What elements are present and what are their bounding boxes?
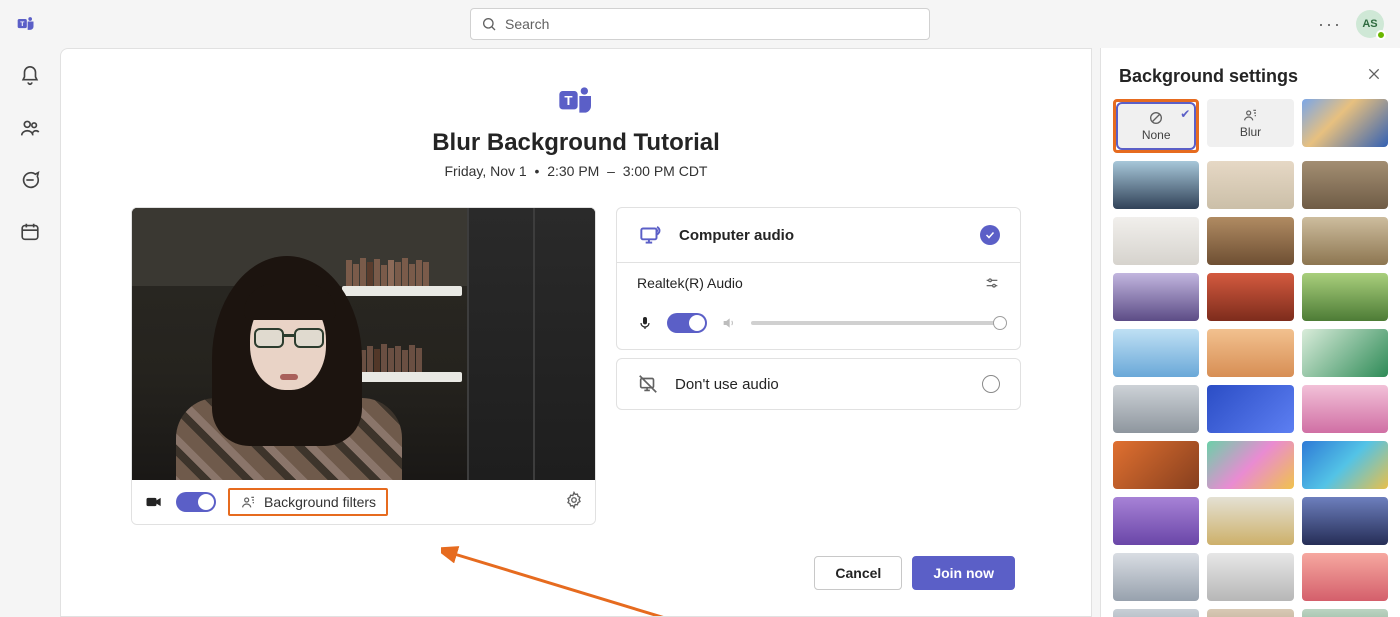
annotation-arrow [441, 543, 741, 617]
speaker-icon [721, 315, 737, 331]
bg-option-pink-pillars[interactable] [1302, 385, 1388, 433]
bg-option-pink-clouds[interactable] [1302, 553, 1388, 601]
bg-option-blur[interactable]: Blur [1207, 99, 1293, 147]
prejoin-panel: T Blur Background Tutorial Friday, Nov 1… [60, 48, 1092, 617]
option-unselected-icon [982, 375, 1000, 393]
none-icon [1148, 110, 1164, 126]
bg-none-label: None [1142, 128, 1171, 142]
bg-blur-label: Blur [1240, 125, 1261, 139]
bg-option-mountain-fog[interactable] [1207, 553, 1293, 601]
close-icon [1366, 66, 1382, 82]
meeting-time: Friday, Nov 1 • 2:30 PM – 3:00 PM CDT [445, 163, 708, 179]
speaker-volume-slider[interactable] [751, 321, 1000, 325]
bg-option-desert[interactable] [1207, 329, 1293, 377]
bell-icon [19, 65, 41, 87]
panel-close-button[interactable] [1366, 66, 1382, 87]
chat-icon [19, 169, 41, 191]
search-placeholder: Search [505, 16, 549, 32]
user-avatar[interactable]: AS [1356, 10, 1384, 38]
bg-option-blue-sky[interactable] [1113, 329, 1199, 377]
settings-sliders-icon [984, 275, 1000, 291]
bg-option-room-tan[interactable] [1207, 161, 1293, 209]
bg-option-mountain-night[interactable] [1302, 497, 1388, 545]
computer-audio-label: Computer audio [679, 227, 964, 244]
video-preview-card: Background filters [131, 207, 596, 525]
more-options-button[interactable]: ··· [1318, 14, 1342, 35]
selected-check-icon: ✔ [1180, 107, 1190, 121]
presence-available-icon [1376, 30, 1386, 40]
bg-option-p28[interactable] [1302, 609, 1388, 617]
background-filters-label: Background filters [264, 494, 376, 510]
bg-option-wood-room[interactable] [1207, 217, 1293, 265]
device-settings-button[interactable] [565, 491, 583, 514]
audio-options: Computer audio Realtek(R) Audio [616, 207, 1021, 525]
search-icon [481, 16, 497, 32]
camera-icon [144, 492, 164, 512]
bg-option-red-room[interactable] [1207, 273, 1293, 321]
no-audio-icon [637, 373, 659, 395]
blur-icon [1242, 107, 1258, 123]
bg-option-none[interactable]: ✔ None [1118, 104, 1194, 148]
teams-logo-small: T [16, 14, 36, 34]
teams-logo-icon: T [556, 81, 596, 121]
bg-option-green-port[interactable] [1302, 329, 1388, 377]
computer-audio-icon [637, 222, 663, 248]
gear-icon [565, 491, 583, 509]
meeting-title: Blur Background Tutorial [432, 129, 720, 157]
svg-text:T: T [564, 93, 572, 108]
bg-option-p26[interactable] [1113, 609, 1199, 617]
computer-audio-option[interactable]: Computer audio [617, 208, 1020, 262]
bg-option-living[interactable] [1302, 217, 1388, 265]
bg-option-autumn[interactable] [1113, 441, 1199, 489]
dont-use-audio-label: Don't use audio [675, 376, 966, 393]
avatar-initials: AS [1362, 18, 1377, 30]
bg-option-p27[interactable] [1207, 609, 1293, 617]
rail-activity[interactable] [18, 64, 42, 88]
background-effects-icon [240, 494, 256, 510]
option-selected-icon [980, 225, 1000, 245]
bg-option-purple-field[interactable] [1113, 497, 1199, 545]
annotation-highlight-none: ✔ None [1113, 99, 1199, 153]
bg-option-blue-box[interactable] [1207, 385, 1293, 433]
bg-option-under-sea[interactable] [1302, 441, 1388, 489]
dont-use-audio-option[interactable]: Don't use audio [617, 359, 1020, 409]
bg-option-grey-arch[interactable] [1113, 385, 1199, 433]
calendar-icon [19, 221, 41, 243]
rail-chat[interactable] [18, 168, 42, 192]
app-rail [0, 48, 60, 617]
bg-option-lobby[interactable] [1302, 161, 1388, 209]
svg-text:T: T [20, 21, 24, 28]
background-settings-panel: Background settings ✔ None Blur [1100, 48, 1400, 617]
background-filters-button[interactable]: Background filters [228, 488, 388, 516]
panel-title: Background settings [1119, 66, 1298, 87]
rail-community[interactable] [18, 116, 42, 140]
bg-option-color-garden[interactable] [1207, 441, 1293, 489]
camera-toggle[interactable] [176, 492, 216, 512]
title-bar: T Search ··· AS [0, 0, 1400, 48]
camera-preview [132, 208, 595, 480]
bg-option-sea-rock[interactable] [1113, 161, 1199, 209]
people-icon [19, 117, 41, 139]
bg-option-misty[interactable] [1113, 553, 1199, 601]
rail-calendar[interactable] [18, 220, 42, 244]
bg-option-green-arch[interactable] [1302, 273, 1388, 321]
audio-device-name: Realtek(R) Audio [637, 275, 743, 291]
bg-option-purple-hall[interactable] [1113, 273, 1199, 321]
microphone-icon [637, 315, 653, 331]
cancel-button[interactable]: Cancel [814, 556, 902, 590]
join-now-button[interactable]: Join now [912, 556, 1015, 590]
search-input[interactable]: Search [470, 8, 930, 40]
bg-option-wheat[interactable] [1207, 497, 1293, 545]
microphone-toggle[interactable] [667, 313, 707, 333]
bg-option-space[interactable] [1302, 99, 1388, 147]
audio-device-row[interactable]: Realtek(R) Audio [617, 263, 1020, 303]
bg-option-white-room[interactable] [1113, 217, 1199, 265]
